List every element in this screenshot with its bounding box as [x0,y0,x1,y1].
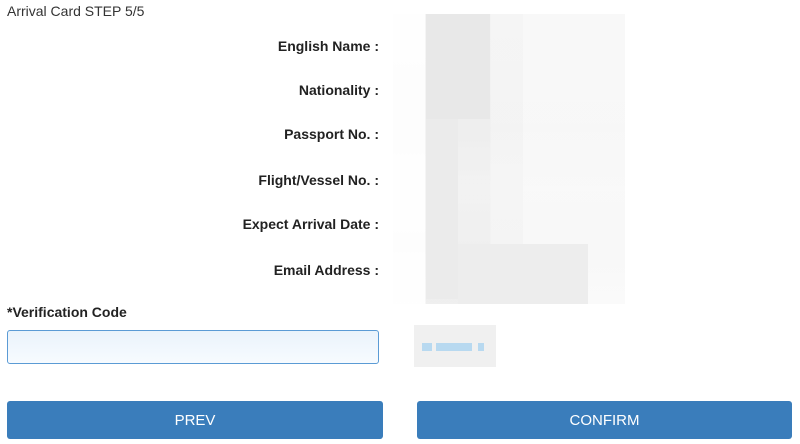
expect-arrival-date-label: Expect Arrival Date : [242,216,379,232]
passport-no-label: Passport No. : [284,126,379,142]
email-address-label: Email Address : [273,262,379,278]
verification-code-label: *Verification Code [7,304,127,320]
nationality-label: Nationality : [298,82,379,98]
confirm-button[interactable]: CONFIRM [417,401,792,439]
step-title: Arrival Card STEP 5/5 [7,3,145,19]
captcha-image[interactable] [414,325,496,367]
prev-button[interactable]: PREV [7,401,383,439]
english-name-label: English Name : [277,38,379,54]
redacted-field-values [393,14,625,304]
verification-code-input[interactable] [7,330,379,364]
flight-vessel-no-label: Flight/Vessel No. : [258,172,379,188]
